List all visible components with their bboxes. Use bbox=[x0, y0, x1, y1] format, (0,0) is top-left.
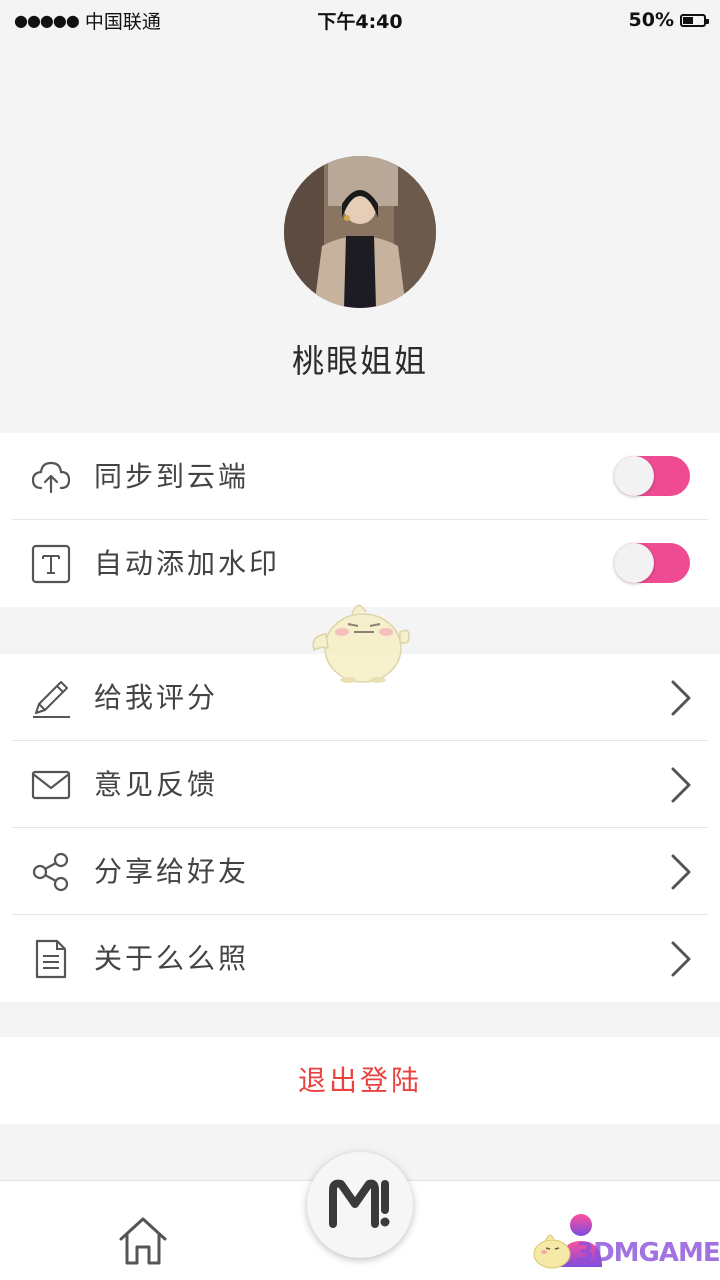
carrier-name: 中国联通 bbox=[84, 10, 161, 33]
m-logo-icon bbox=[329, 1179, 390, 1228]
sync-cloud-toggle[interactable] bbox=[614, 456, 690, 496]
cloud-upload-icon bbox=[31, 461, 71, 494]
chevron-right-icon bbox=[671, 680, 691, 716]
profile-header: 桃眼姐姐 bbox=[0, 40, 720, 433]
rate-label: 给我评分 bbox=[94, 681, 219, 714]
menu-group: 给我评分 意见反馈 分享给好友 关于么么照 bbox=[0, 654, 720, 1002]
sync-cloud-label: 同步到云端 bbox=[94, 460, 250, 493]
chevron-right-icon bbox=[671, 941, 691, 977]
share-icon bbox=[32, 852, 69, 892]
feedback-label: 意见反馈 bbox=[94, 768, 219, 801]
status-bar: ●●●●● 中国联通 下午4:40 50% bbox=[0, 0, 720, 40]
toggle-knob bbox=[614, 543, 654, 583]
chevron-right-icon bbox=[671, 854, 691, 890]
status-left: ●●●●● 中国联通 bbox=[14, 7, 254, 34]
battery-fill bbox=[682, 16, 693, 24]
envelope-icon bbox=[31, 770, 71, 800]
watermark-row: 自动添加水印 bbox=[0, 520, 720, 607]
avatar-photo bbox=[284, 156, 436, 308]
toggle-knob bbox=[614, 456, 654, 496]
watermark-toggle[interactable] bbox=[614, 543, 690, 583]
username: 桃眼姐姐 bbox=[291, 342, 428, 380]
battery-percent: 50% bbox=[628, 9, 674, 31]
pencil-icon bbox=[33, 681, 70, 718]
avatar[interactable] bbox=[284, 156, 436, 308]
chick-mascot-icon bbox=[312, 604, 410, 683]
center-tab-button[interactable] bbox=[307, 1152, 413, 1258]
logout-button[interactable]: 退出登陆 bbox=[0, 1037, 720, 1124]
share-label: 分享给好友 bbox=[94, 855, 250, 888]
signal-strength-icon: ●●●●● bbox=[14, 10, 80, 30]
home-icon[interactable] bbox=[117, 1215, 169, 1267]
about-label: 关于么么照 bbox=[94, 942, 250, 975]
battery-icon bbox=[679, 13, 709, 27]
sync-cloud-row: 同步到云端 bbox=[0, 433, 720, 520]
watermark-text: 3DMGAME bbox=[576, 1238, 720, 1268]
share-row[interactable]: 分享给好友 bbox=[0, 828, 720, 915]
site-watermark: 3DMGAME bbox=[528, 1228, 720, 1274]
chick-watermark-icon bbox=[533, 1234, 571, 1269]
toggle-group: 同步到云端 自动添加水印 bbox=[0, 433, 720, 607]
text-t-icon bbox=[31, 544, 71, 584]
feedback-row[interactable]: 意见反馈 bbox=[0, 741, 720, 828]
about-row[interactable]: 关于么么照 bbox=[0, 915, 720, 1002]
document-icon bbox=[35, 939, 67, 979]
watermark-label: 自动添加水印 bbox=[94, 547, 281, 580]
chevron-right-icon bbox=[671, 767, 691, 803]
status-time: 下午4:40 bbox=[317, 10, 403, 33]
status-right: 50% bbox=[466, 9, 709, 31]
